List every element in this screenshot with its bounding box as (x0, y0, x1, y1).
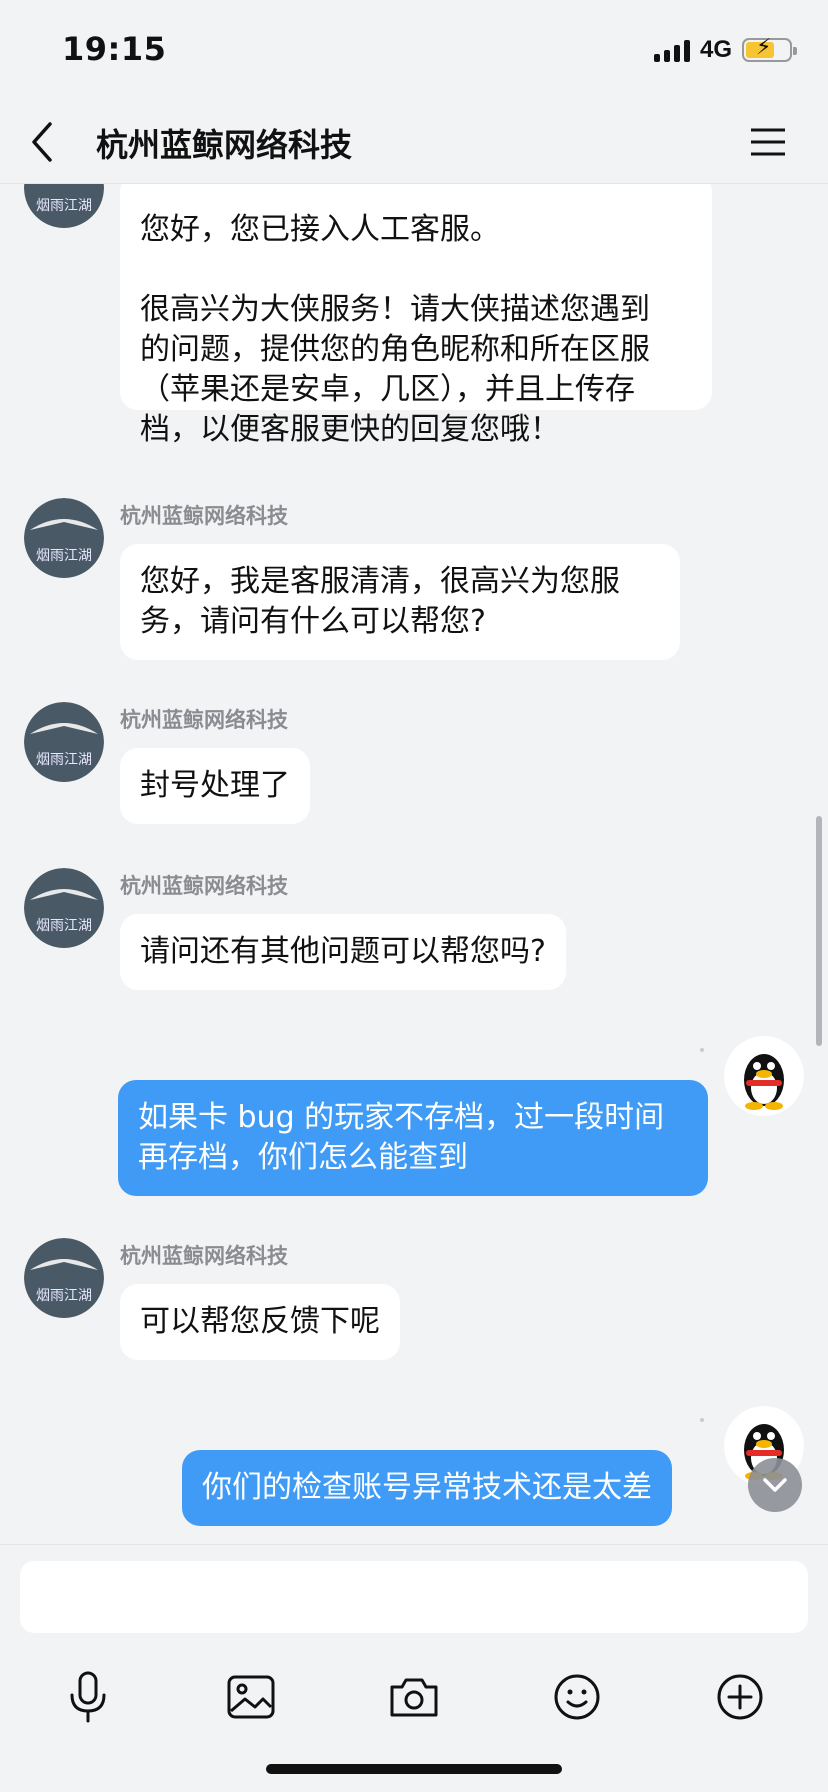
input-area (0, 1544, 828, 1792)
chevron-left-icon (32, 122, 52, 162)
chat-title: 杭州蓝鲸网络科技 (96, 126, 353, 164)
my-message-bubble[interactable]: 你们的检查账号异常技术还是太差 (182, 1450, 672, 1526)
battery-icon: ⚡ (742, 37, 797, 62)
my-message-bubble[interactable]: 如果卡 bug 的玩家不存档，过一段时间 再存档，你们怎么能查到 (118, 1080, 708, 1196)
sender-name: 杭州蓝鲸网络科技 (120, 504, 288, 528)
sender-name: 杭州蓝鲸网络科技 (120, 1244, 288, 1268)
emoji-button[interactable] (547, 1667, 607, 1727)
message-list[interactable]: 烟雨江湖 您好，您已接入人工客服。 很高兴为大侠服务！请大侠描述您遇到 的问题，… (0, 184, 828, 1544)
sender-name: 杭州蓝鲸网络科技 (120, 874, 288, 898)
image-button[interactable] (221, 1667, 281, 1727)
status-time: 19:15 (62, 30, 167, 68)
menu-button[interactable] (748, 122, 788, 162)
plus-icon (717, 1674, 763, 1720)
camera-button[interactable] (384, 1667, 444, 1727)
read-indicator (700, 1418, 704, 1422)
message-bubble[interactable]: 您好，您已接入人工客服。 很高兴为大侠服务！请大侠描述您遇到 的问题，提供您的角… (120, 184, 712, 447)
message-bubble[interactable]: 请问还有其他问题可以帮您吗? (120, 914, 566, 990)
nav-bar: 杭州蓝鲸网络科技 (0, 100, 828, 184)
service-avatar[interactable]: 烟雨江湖 (24, 498, 104, 578)
message-input[interactable] (20, 1561, 808, 1633)
voice-button[interactable] (58, 1667, 118, 1727)
my-avatar[interactable] (724, 1036, 804, 1116)
message-bubble[interactable]: 您好，我是客服清清，很高兴为您服 务，请问有什么可以帮您? (120, 544, 680, 660)
service-avatar[interactable]: 烟雨江湖 (24, 702, 104, 782)
sender-name: 杭州蓝鲸网络科技 (120, 708, 288, 732)
emoji-icon (554, 1674, 600, 1720)
back-button[interactable] (24, 118, 64, 166)
chevron-down-icon (763, 1478, 787, 1492)
service-avatar[interactable]: 烟雨江湖 (24, 868, 104, 948)
more-button[interactable] (710, 1667, 770, 1727)
home-indicator[interactable] (266, 1764, 562, 1774)
svg-text:烟雨江湖: 烟雨江湖 (36, 1288, 92, 1304)
service-avatar[interactable]: 烟雨江湖 (24, 1238, 104, 1318)
menu-icon (751, 128, 785, 156)
image-icon (227, 1675, 275, 1719)
scrollbar[interactable] (816, 816, 822, 1046)
scroll-to-bottom-button[interactable] (748, 1458, 802, 1512)
read-indicator (700, 1048, 704, 1052)
status-bar: 19:15 4G ⚡ (0, 0, 828, 100)
svg-text:烟雨江湖: 烟雨江湖 (36, 548, 92, 564)
message-bubble[interactable]: 可以帮您反馈下呢 (120, 1284, 400, 1360)
svg-text:烟雨江湖: 烟雨江湖 (36, 752, 92, 768)
penguin-avatar-icon (724, 1036, 804, 1116)
network-type: 4G (699, 36, 732, 63)
message-bubble[interactable]: 封号处理了 (120, 748, 310, 824)
signal-icon (653, 38, 690, 62)
service-avatar[interactable]: 烟雨江湖 (24, 184, 104, 228)
input-toolbar (0, 1667, 828, 1747)
status-indicators: 4G ⚡ (653, 34, 797, 66)
svg-text:烟雨江湖: 烟雨江湖 (36, 198, 92, 214)
microphone-icon (70, 1671, 106, 1723)
svg-text:烟雨江湖: 烟雨江湖 (36, 918, 92, 934)
camera-icon (390, 1678, 438, 1717)
